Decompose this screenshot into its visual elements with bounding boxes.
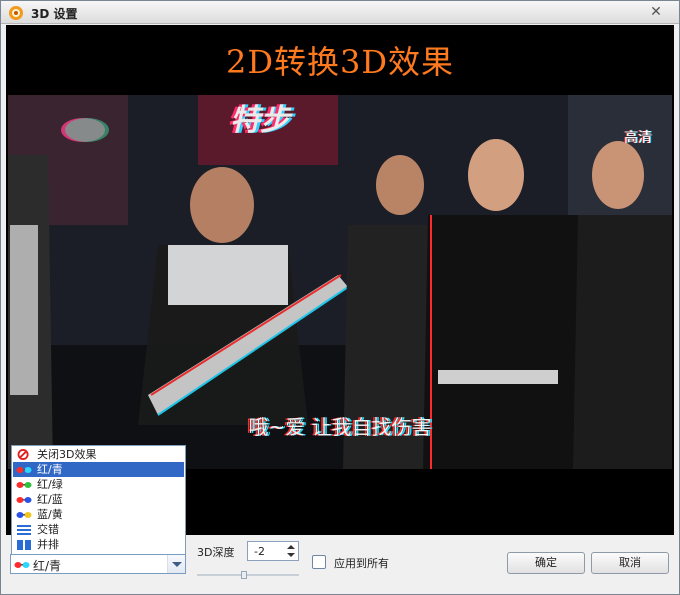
effect-headline: 2D转换3D效果: [225, 43, 455, 81]
mode-option-label: 红/青: [37, 463, 63, 476]
side-by-side-icon: [17, 540, 31, 550]
mode-option-red-blue[interactable]: 红/蓝: [13, 492, 184, 507]
mode-option-label: 红/蓝: [37, 493, 63, 506]
depth-value: -2: [254, 545, 265, 558]
red-cyan-glasses-icon: [16, 467, 32, 473]
mode-option-blue-yellow[interactable]: 蓝/黄: [13, 507, 184, 522]
mode-option-red-green[interactable]: 红/绿: [13, 477, 184, 492]
depth-slider-track[interactable]: [197, 574, 299, 576]
interlaced-icon: [17, 525, 31, 535]
no-entry-icon: [17, 449, 29, 460]
channel-tag: 高清: [624, 130, 652, 146]
video-preview: 特步 高清 哦~爱 让我自找伤害: [8, 95, 672, 469]
depth-stepper[interactable]: -2: [247, 541, 299, 561]
depth-slider-thumb[interactable]: [241, 571, 247, 579]
apply-all-label: 应用到所有: [334, 557, 389, 570]
red-cyan-glasses-icon: [14, 562, 30, 568]
mode-option-interlaced[interactable]: 交错: [13, 522, 184, 537]
apply-all-checkbox[interactable]: [312, 555, 326, 569]
depth-slider[interactable]: [197, 571, 299, 579]
blue-yellow-glasses-icon: [16, 512, 32, 518]
mode-option-label: 关闭3D效果: [37, 448, 97, 461]
depth-label: 3D深度: [197, 546, 235, 559]
title-bar[interactable]: 3D 设置 ✕: [1, 1, 679, 24]
spin-down-icon[interactable]: [287, 553, 295, 557]
mode-option-label: 蓝/黄: [37, 508, 63, 521]
mode-option-off[interactable]: 关闭3D效果: [13, 447, 184, 462]
app-icon: [9, 6, 23, 20]
red-green-glasses-icon: [16, 482, 32, 488]
close-icon[interactable]: ✕: [647, 3, 665, 21]
mode-select[interactable]: 红/青: [10, 554, 186, 574]
sponsor-logo: 特步: [230, 103, 290, 138]
chevron-down-icon[interactable]: [167, 555, 185, 573]
mode-option-side-by-side[interactable]: 并排: [13, 537, 184, 552]
red-blue-glasses-icon: [16, 497, 32, 503]
settings-window: 3D 设置 ✕ 2D转换3D效果 特步 高清 哦~爱 让我自找伤害 关闭3D效果…: [0, 0, 680, 595]
mode-option-red-cyan[interactable]: 红/青: [13, 462, 184, 477]
depth-spin-buttons[interactable]: [284, 543, 297, 559]
window-title: 3D 设置: [31, 7, 78, 21]
mode-dropdown-list[interactable]: 关闭3D效果 红/青 红/绿 红/蓝 蓝/黄 交错 并排: [11, 445, 186, 555]
mode-option-label: 并排: [37, 538, 59, 551]
mode-select-value: 红/青: [33, 559, 62, 573]
cancel-button[interactable]: 取消: [591, 552, 669, 574]
mode-option-label: 交错: [37, 523, 59, 536]
spin-up-icon[interactable]: [287, 545, 295, 549]
mode-option-label: 红/绿: [37, 478, 63, 491]
ok-button[interactable]: 确定: [507, 552, 585, 574]
video-subtitle: 哦~爱 让我自找伤害: [248, 415, 432, 439]
